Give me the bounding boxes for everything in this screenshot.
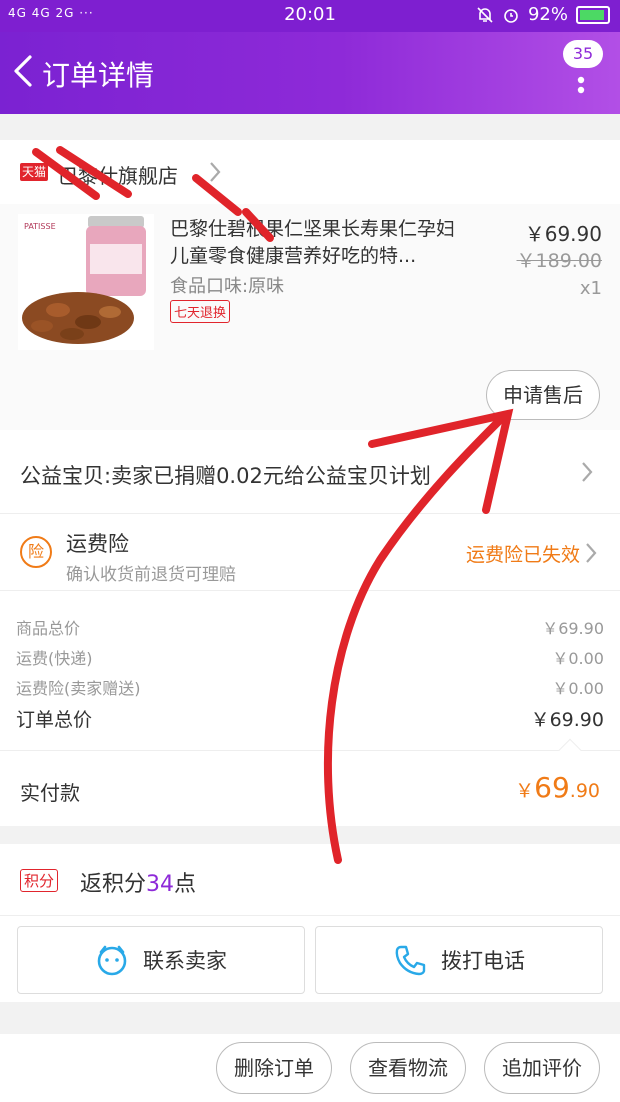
original-price: ￥189.00 (516, 250, 602, 272)
paid-currency: ￥ (515, 780, 535, 802)
chevron-right-icon (582, 462, 593, 482)
price-breakdown: 商品总价 ￥69.90 运费(快递) ￥0.00 运费险(卖家赠送) ￥0.00… (0, 590, 620, 750)
status-right: 92% (476, 4, 610, 25)
contact-seller-label: 联系卖家 (143, 949, 227, 973)
insurance-title: 运费险 (66, 532, 129, 556)
product-card[interactable]: PATISSE 巴黎仕碧根果仁坚果长寿果仁孕妇儿童零食健康营养好吃的特... 食… (0, 204, 620, 430)
insurance-icon: 险 (20, 536, 52, 568)
delete-order-button[interactable]: 删除订单 (216, 1042, 332, 1094)
tmall-badge: 天猫 (20, 163, 48, 181)
product-thumbnail[interactable]: PATISSE (18, 214, 154, 350)
insurance-subtitle: 确认收货前退货可理赔 (66, 565, 236, 585)
insurance-fee-row: 运费险(卖家赠送) ￥0.00 (16, 675, 604, 699)
phone-icon (395, 945, 426, 976)
charity-row[interactable]: 公益宝贝:卖家已捐赠0.02元给公益宝贝计划 (0, 430, 620, 514)
store-row[interactable]: 天猫 巴黎仕旗舰店 (0, 140, 620, 204)
product-title[interactable]: 巴黎仕碧根果仁坚果长寿果仁孕妇儿童零食健康营养好吃的特... (170, 216, 470, 270)
contact-seller-button[interactable]: 联系卖家 (17, 926, 305, 994)
charity-text: 公益宝贝:卖家已捐赠0.02元给公益宝贝计划 (20, 464, 431, 488)
call-phone-label: 拨打电话 (441, 949, 525, 973)
shipping-value: ￥0.00 (552, 649, 604, 668)
insurance-fee-label: 运费险(卖家赠送) (16, 679, 141, 698)
page-title: 订单详情 (42, 59, 155, 92)
subtotal-label: 商品总价 (16, 619, 81, 638)
chat-face-icon (97, 945, 127, 976)
mute-bell-icon (477, 6, 493, 23)
status-bar: 4G 4G 2G ··· 20:01 92% (0, 0, 620, 32)
bottom-action-bar: 删除订单 查看物流 追加评价 (0, 1034, 620, 1102)
amount-paid-value: ￥69.90 (515, 771, 600, 804)
points-text: 返积分34点 (80, 866, 196, 898)
amount-paid-label: 实付款 (20, 781, 80, 805)
view-logistics-button[interactable]: 查看物流 (350, 1042, 466, 1094)
order-total-value: ￥69.90 (530, 709, 604, 731)
shipping-insurance-row[interactable]: 险 运费险 确认收货前退货可理赔 运费险已失效 (0, 514, 620, 590)
insurance-status: 运费险已失效 (465, 544, 580, 566)
battery-icon (576, 5, 610, 24)
contact-row: 联系卖家 拨打电话 (0, 916, 620, 1002)
thumb-brand: PATISSE (24, 222, 56, 231)
subtotal-row: 商品总价 ￥69.90 (16, 615, 604, 639)
chevron-right-icon (210, 162, 221, 182)
points-number: 34 (146, 872, 175, 897)
battery-percent: 92% (527, 4, 568, 25)
shipping-row: 运费(快递) ￥0.00 (16, 645, 604, 669)
amount-paid-row: 实付款 ￥69.90 (0, 738, 620, 826)
chevron-right-icon (586, 543, 597, 563)
points-icon: 积分 (20, 869, 59, 892)
battery-fill (580, 9, 604, 20)
return-policy-tag: 七天退换 (170, 300, 231, 323)
order-total-row: 订单总价 ￥69.90 (16, 705, 604, 732)
alarm-icon (504, 8, 518, 23)
pecan-jar-image (18, 214, 154, 350)
order-total-label: 订单总价 (16, 709, 93, 731)
paid-integer: 69 (534, 771, 570, 804)
message-count-badge: 35 (563, 40, 603, 68)
add-review-button[interactable]: 追加评价 (484, 1042, 600, 1094)
call-phone-button[interactable]: 拨打电话 (315, 926, 603, 994)
shipping-label: 运费(快递) (16, 649, 93, 668)
header-bar: 订单详情 35 (0, 32, 620, 114)
product-spec: 食品口味:原味 (170, 276, 285, 297)
after-sale-button[interactable]: 申请售后 (486, 370, 600, 420)
back-arrow-icon[interactable] (10, 54, 38, 88)
product-price: ￥69.90 (524, 222, 602, 246)
insurance-fee-value: ￥0.00 (552, 679, 604, 698)
points-suffix: 点 (174, 872, 197, 897)
store-name[interactable]: 巴黎仕旗舰店 (58, 160, 178, 189)
subtotal-value: ￥69.90 (542, 619, 604, 638)
points-row: 积分 返积分34点 (0, 844, 620, 916)
product-quantity: x1 (579, 278, 602, 299)
points-prefix: 返积分 (80, 872, 147, 897)
paid-decimal: .90 (569, 780, 600, 802)
